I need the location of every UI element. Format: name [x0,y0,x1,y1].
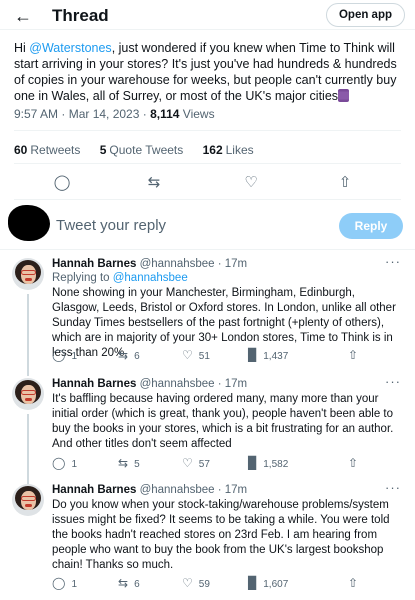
reply-icon[interactable]: ◯ [52,173,72,193]
retweet-icon: ⇆ [118,456,129,470]
reply-count[interactable]: ◯ 1 [52,456,77,470]
retweet-count-value: 5 [134,459,140,470]
reply-count-value: 1 [71,459,77,470]
reply-count-value: 1 [71,351,77,362]
reply-count-value: 1 [71,579,77,590]
like-icon: ♡ [182,576,193,590]
share-icon[interactable]: ⇧ [335,173,355,193]
views-count-value: 1,437 [263,351,289,362]
tweet-time[interactable]: 9:57 AM · Mar 14, 2023 · [14,107,150,121]
likes-count: 162 [202,143,223,157]
thread-line [27,414,29,484]
retweet-count[interactable]: ⇆ 6 [118,576,140,590]
views-count-value: 1,582 [263,459,289,470]
replying-prefix: Replying to [52,272,113,284]
tweet-prefix: Hi [14,41,30,55]
share-icon[interactable]: ⇧ [348,348,364,362]
quotes-count: 5 [99,143,107,157]
retweet-count[interactable]: ⇆ 6 [118,348,140,362]
mention-link[interactable]: @Waterstones [29,41,111,55]
like-count[interactable]: ♡ 51 [182,348,210,362]
retweets-stat[interactable]: 60 Retweets [14,143,80,157]
reply-actions: ◯ 1 ⇆ 5 ♡ 57 ▉ 1,582 ⇧ [52,456,392,470]
avatar[interactable] [12,258,44,290]
author-name[interactable]: Hannah Barnes [52,378,136,390]
quotes-stat[interactable]: 5 Quote Tweets [100,143,184,157]
divider [14,163,401,164]
more-icon[interactable]: ··· [385,480,401,495]
views-count[interactable]: ▉ 1,437 [248,348,288,362]
reply-icon: ◯ [52,348,66,362]
retweet-icon: ⇆ [118,348,129,362]
more-icon[interactable]: ··· [385,254,401,269]
author-name[interactable]: Hannah Barnes [52,258,136,270]
reply-author: Hannah Barnes @hannahsbee · 17m [52,258,247,270]
reply-button[interactable]: Reply [339,213,403,239]
page-title: Thread [52,6,109,25]
reply-icon: ◯ [52,456,66,470]
tweet-meta: 9:57 AM · Mar 14, 2023 · 8,114 Views [14,107,215,121]
avatar[interactable] [12,484,44,516]
views-icon: ▉ [248,348,258,362]
like-icon: ♡ [182,456,193,470]
quotes-label: Quote Tweets [109,143,184,157]
engagement-stats: 60 Retweets 5 Quote Tweets 162 Likes [14,143,270,157]
reply-actions: ◯ 1 ⇆ 6 ♡ 51 ▉ 1,437 ⇧ [52,348,392,362]
avatar[interactable] [12,378,44,410]
share-icon[interactable]: ⇧ [348,576,364,590]
retweet-count-value: 6 [134,351,140,362]
reply-count[interactable]: ◯ 1 [52,576,77,590]
author-name[interactable]: Hannah Barnes [52,484,136,496]
tweet-actions: ◯ ⇆ ♡ ⇧ [0,173,415,193]
arrow-left-icon[interactable]: ← [14,6,34,26]
views-count-value: 1,607 [263,579,289,590]
retweet-count[interactable]: ⇆ 5 [118,456,140,470]
retweets-label: Retweets [30,143,81,157]
views-icon: ▉ [248,456,258,470]
like-icon[interactable]: ♡ [241,173,261,193]
reply-count[interactable]: ◯ 1 [52,348,77,362]
like-count-value: 57 [198,459,210,470]
tweet-text: Hi @Waterstones, just wondered if you kn… [14,40,404,104]
top-bar: ← Thread Open app [0,0,415,30]
divider [0,249,415,250]
share-icon[interactable]: ⇧ [348,456,364,470]
views-icon: ▉ [248,576,258,590]
reply-author: Hannah Barnes @hannahsbee · 17m [52,378,247,390]
views-label: Views [179,107,215,121]
divider [14,199,401,200]
author-handle: @hannahsbee · 17m [139,484,248,496]
replying-to-link[interactable]: @hannahsbee [113,272,188,284]
retweets-count: 60 [14,143,28,157]
open-app-button[interactable]: Open app [325,3,405,27]
user-avatar [8,205,50,241]
views-count[interactable]: ▉ 1,607 [248,576,288,590]
reply-icon: ◯ [52,576,66,590]
replying-to: Replying to @hannahsbee [52,272,188,284]
like-count-value: 59 [198,579,210,590]
like-count[interactable]: ♡ 59 [182,576,210,590]
like-count-value: 51 [198,351,210,362]
more-icon[interactable]: ··· [385,374,401,389]
views-count[interactable]: ▉ 1,582 [248,456,288,470]
retweet-icon: ⇆ [118,576,129,590]
thread-line [27,294,29,376]
reply-author: Hannah Barnes @hannahsbee · 17m [52,484,247,496]
like-icon: ♡ [182,348,193,362]
reply-text: It's baffling because having ordered man… [52,393,394,450]
author-handle: @hannahsbee · 17m [139,258,248,270]
likes-stat[interactable]: 162 Likes [203,143,254,157]
views-count: 8,114 [150,107,180,121]
likes-label: Likes [225,143,254,157]
book-emoji-icon [338,89,350,102]
reply-text: Do you know when your stock-taking/wareh… [52,499,390,571]
retweet-icon[interactable]: ⇆ [144,173,164,193]
reply-input[interactable]: Tweet your reply [56,217,166,234]
reply-actions: ◯ 1 ⇆ 6 ♡ 59 ▉ 1,607 ⇧ [52,576,392,590]
like-count[interactable]: ♡ 57 [182,456,210,470]
divider [14,130,401,131]
author-handle: @hannahsbee · 17m [139,378,248,390]
retweet-count-value: 6 [134,579,140,590]
